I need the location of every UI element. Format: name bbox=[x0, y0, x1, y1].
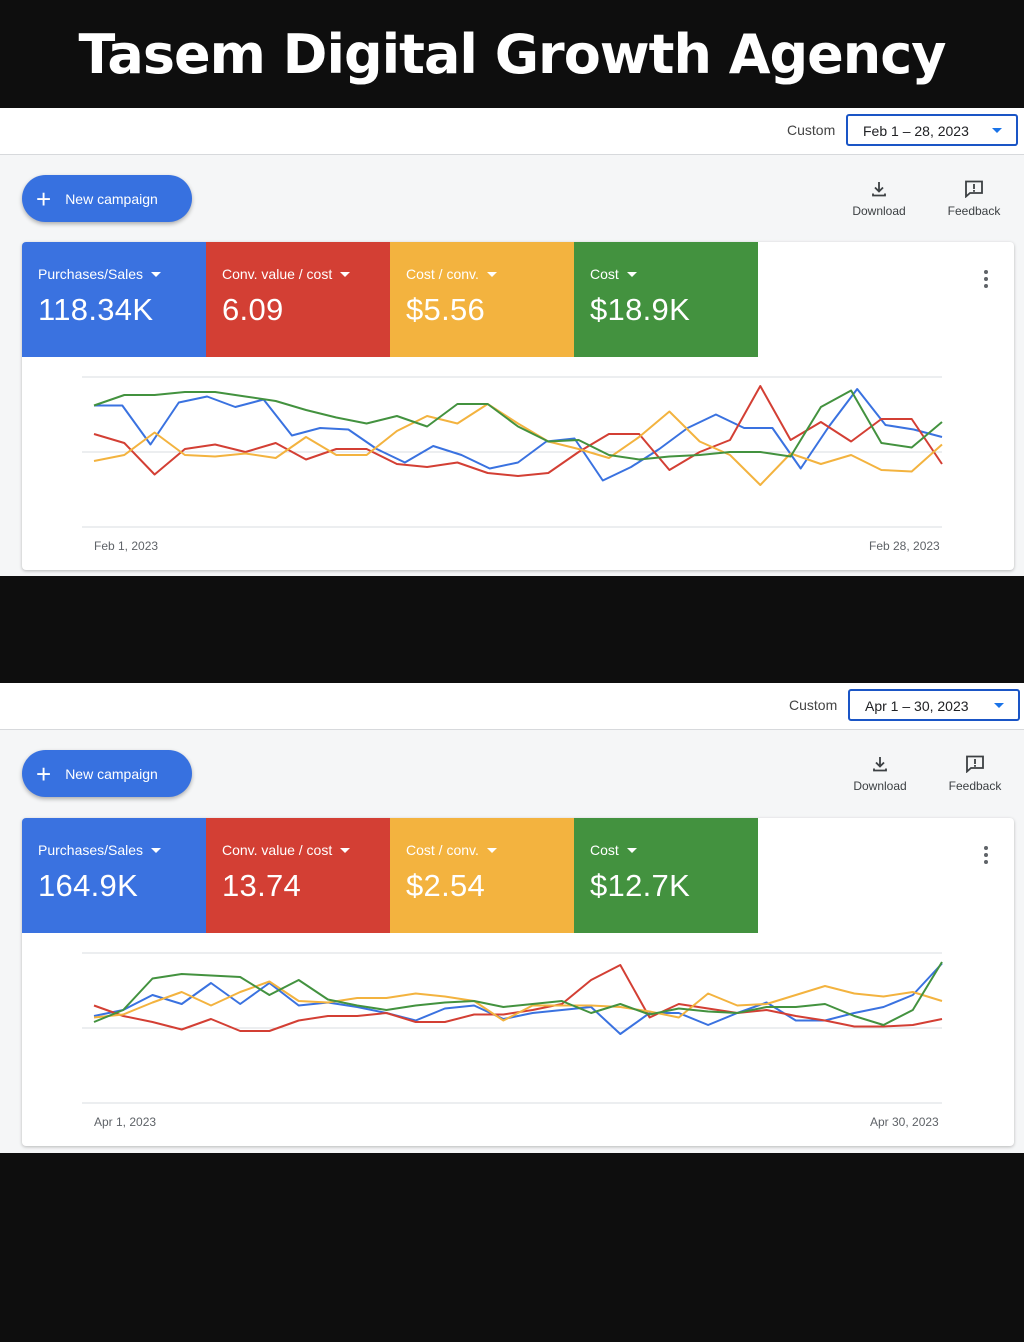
performance-card: Purchases/Sales 118.34K Conv. value / co… bbox=[22, 242, 1014, 570]
x-axis-end-label: Feb 28, 2023 bbox=[869, 539, 940, 553]
feedback-icon bbox=[966, 755, 984, 773]
caret-down-icon bbox=[486, 271, 497, 277]
metric-value: 164.9K bbox=[38, 868, 139, 903]
metric-name: Cost / conv. bbox=[406, 842, 479, 858]
download-button[interactable]: Download bbox=[840, 755, 920, 793]
metric-tile-cost-per-conv[interactable]: Cost / conv. $5.56 bbox=[390, 242, 574, 357]
x-axis-start-label: Apr 1, 2023 bbox=[94, 1115, 157, 1129]
download-label: Download bbox=[853, 779, 907, 793]
custom-label: Custom bbox=[787, 122, 836, 138]
metric-name: Cost / conv. bbox=[406, 266, 479, 282]
metric-tile-conv-value-cost[interactable]: Conv. value / cost 6.09 bbox=[206, 242, 390, 357]
metric-value: $12.7K bbox=[590, 868, 691, 903]
metric-tile-cost[interactable]: Cost $12.7K bbox=[574, 818, 758, 933]
plus-icon: + bbox=[36, 758, 52, 789]
new-campaign-label: New campaign bbox=[65, 765, 158, 782]
metric-value: 13.74 bbox=[222, 868, 302, 903]
metric-value: $2.54 bbox=[406, 868, 486, 903]
caret-down-icon bbox=[151, 847, 162, 853]
series-line-2 bbox=[93, 980, 943, 1022]
feedback-button[interactable]: Feedback bbox=[935, 755, 1015, 793]
caret-down-icon bbox=[340, 271, 351, 277]
chevron-down-icon bbox=[994, 703, 1004, 708]
metric-name: Cost bbox=[590, 842, 619, 858]
download-button[interactable]: Download bbox=[839, 180, 919, 218]
metric-name: Purchases/Sales bbox=[38, 842, 144, 858]
date-range-picker[interactable]: Apr 1 – 30, 2023 bbox=[848, 689, 1020, 721]
metric-name: Purchases/Sales bbox=[38, 266, 144, 282]
caret-down-icon bbox=[626, 271, 637, 277]
more-options-icon[interactable] bbox=[984, 270, 988, 291]
metric-name: Conv. value / cost bbox=[222, 842, 333, 858]
metric-tile-cost[interactable]: Cost $18.9K bbox=[574, 242, 758, 357]
performance-chart bbox=[82, 952, 943, 1104]
metric-name: Cost bbox=[590, 266, 619, 282]
date-toolbar: Custom Feb 1 – 28, 2023 bbox=[0, 108, 1024, 155]
x-axis-end-label: Apr 30, 2023 bbox=[870, 1115, 939, 1129]
caret-down-icon bbox=[151, 271, 162, 277]
new-campaign-button[interactable]: + New campaign bbox=[22, 750, 192, 797]
performance-card: Purchases/Sales 164.9K Conv. value / cos… bbox=[22, 818, 1014, 1146]
download-icon bbox=[873, 757, 887, 772]
metric-value: 6.09 bbox=[222, 292, 284, 327]
dashboard-panel-apr: Custom Apr 1 – 30, 2023 + New campaign D… bbox=[0, 683, 1024, 1153]
metric-tile-purchases[interactable]: Purchases/Sales 164.9K bbox=[22, 818, 206, 933]
more-options-icon[interactable] bbox=[984, 846, 988, 867]
metric-tile-conv-value-cost[interactable]: Conv. value / cost 13.74 bbox=[206, 818, 390, 933]
x-axis-start-label: Feb 1, 2023 bbox=[94, 539, 159, 553]
download-label: Download bbox=[852, 204, 906, 218]
caret-down-icon bbox=[626, 847, 637, 853]
feedback-button[interactable]: Feedback bbox=[934, 180, 1014, 218]
new-campaign-button[interactable]: + New campaign bbox=[22, 175, 192, 222]
plus-icon: + bbox=[36, 183, 52, 214]
download-icon bbox=[872, 182, 886, 197]
metric-value: 118.34K bbox=[38, 292, 154, 327]
custom-label: Custom bbox=[789, 697, 838, 713]
banner-title: Tasem Digital Growth Agency bbox=[78, 22, 947, 86]
metric-value: $5.56 bbox=[406, 292, 486, 327]
dashboard-panel-feb: Custom Feb 1 – 28, 2023 + New campaign D… bbox=[0, 108, 1024, 576]
date-toolbar: Custom Apr 1 – 30, 2023 bbox=[0, 683, 1024, 730]
caret-down-icon bbox=[486, 847, 497, 853]
metric-name: Conv. value / cost bbox=[222, 266, 333, 282]
chevron-down-icon bbox=[992, 128, 1002, 133]
feedback-icon bbox=[965, 180, 983, 198]
date-range-value: Apr 1 – 30, 2023 bbox=[865, 698, 969, 714]
new-campaign-label: New campaign bbox=[65, 190, 158, 207]
date-range-picker[interactable]: Feb 1 – 28, 2023 bbox=[846, 114, 1018, 146]
feedback-label: Feedback bbox=[948, 779, 1002, 793]
metric-value: $18.9K bbox=[590, 292, 691, 327]
performance-chart bbox=[82, 376, 943, 528]
feedback-label: Feedback bbox=[947, 204, 1001, 218]
caret-down-icon bbox=[340, 847, 351, 853]
metric-tile-cost-per-conv[interactable]: Cost / conv. $2.54 bbox=[390, 818, 574, 933]
metric-tile-purchases[interactable]: Purchases/Sales 118.34K bbox=[22, 242, 206, 357]
banner: Tasem Digital Growth Agency bbox=[0, 0, 1024, 108]
date-range-value: Feb 1 – 28, 2023 bbox=[863, 123, 969, 139]
series-line-0 bbox=[94, 388, 943, 482]
